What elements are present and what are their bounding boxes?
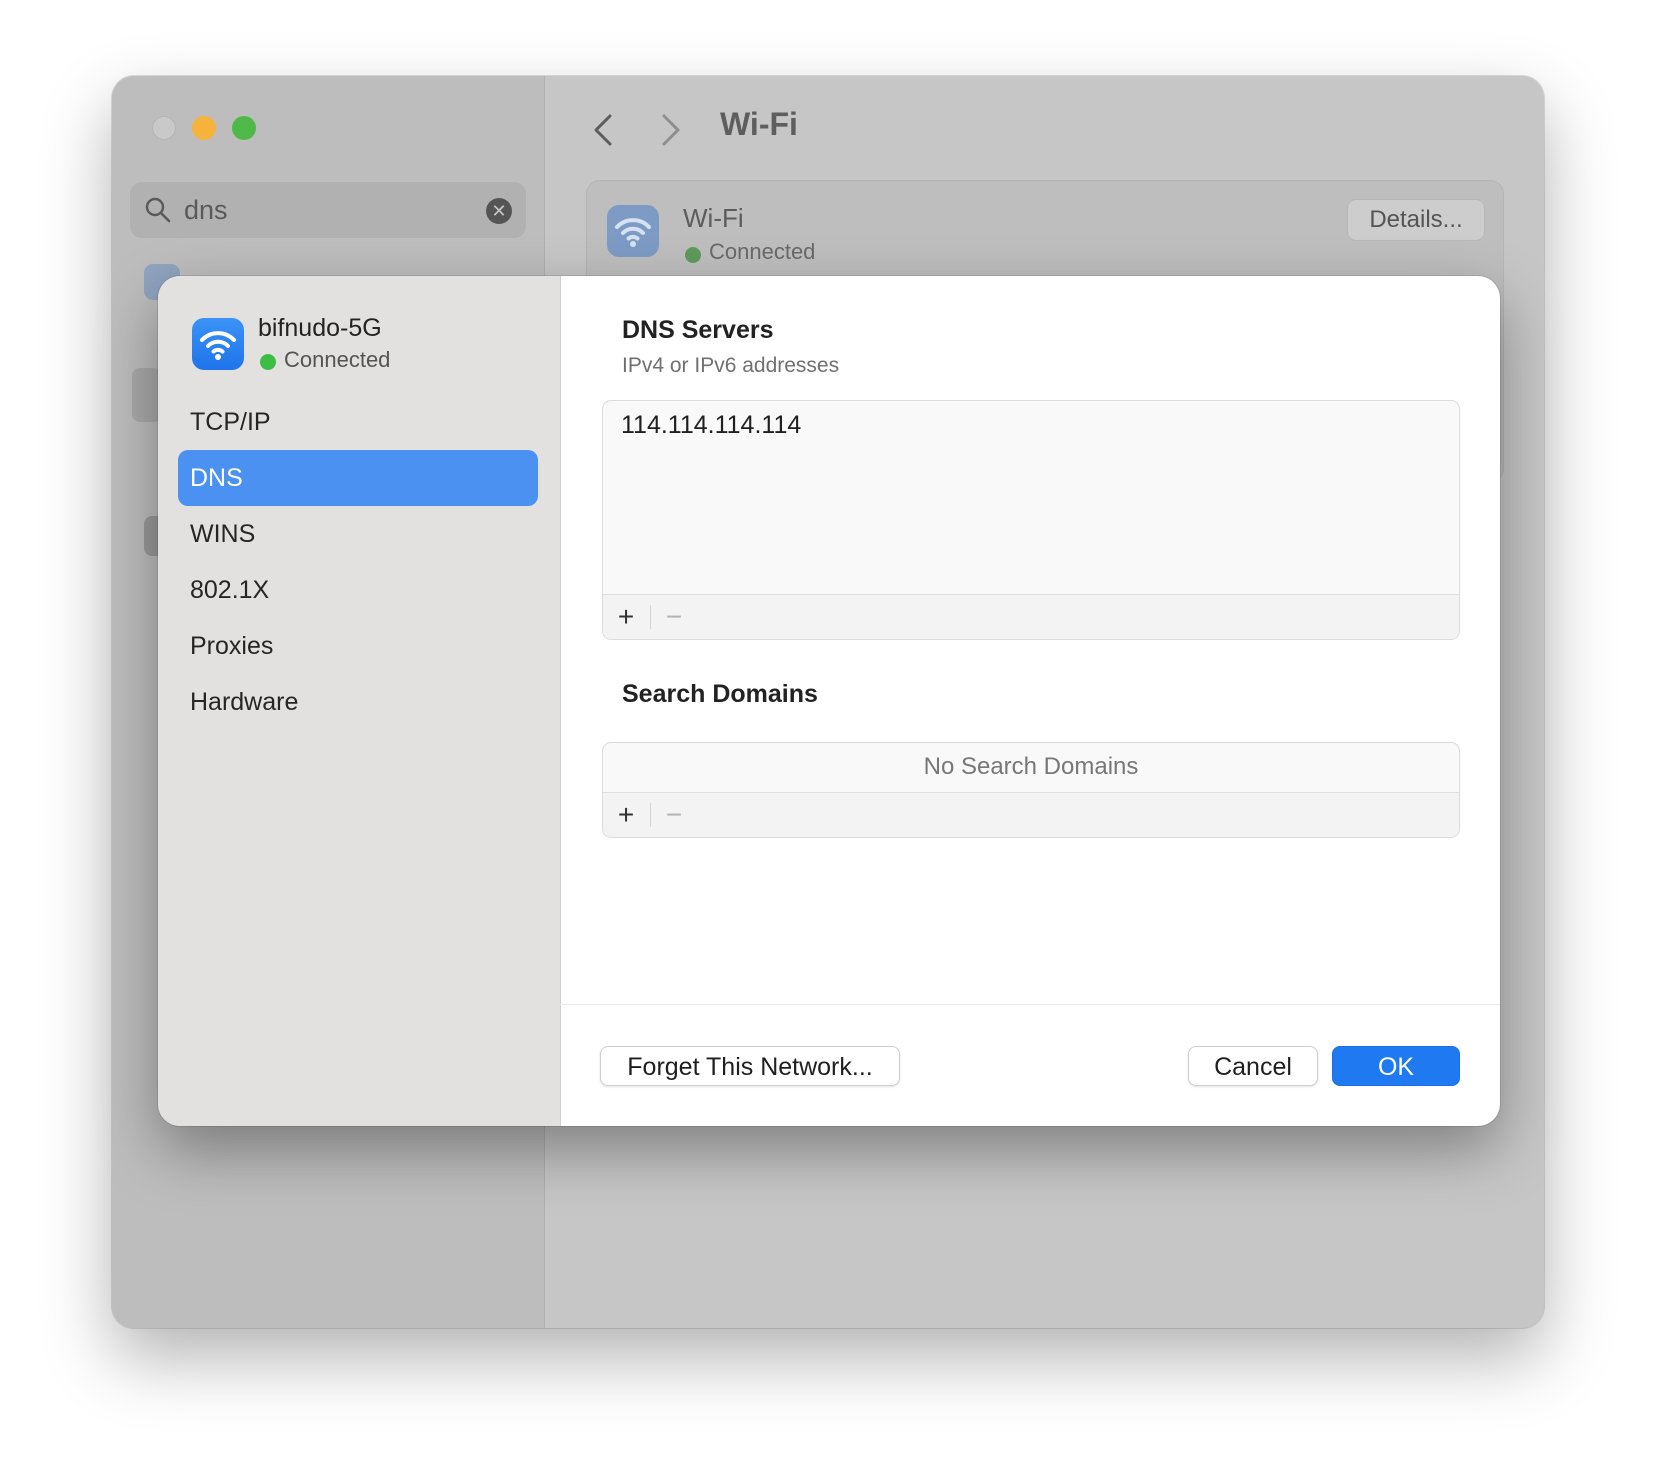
network-name: bifnudo-5G: [258, 314, 382, 342]
sidebar-item-proxies[interactable]: Proxies: [178, 618, 538, 674]
search-input-value[interactable]: dns: [184, 195, 228, 226]
wifi-icon: [192, 318, 244, 370]
forget-network-button[interactable]: Forget This Network...: [600, 1046, 900, 1086]
network-details-sheet: bifnudo-5G Connected TCP/IP DNS WINS 802…: [158, 276, 1500, 1126]
remove-search-domain-button[interactable]: −: [651, 793, 697, 837]
settings-search-field[interactable]: dns ✕: [130, 182, 526, 238]
search-icon: [145, 197, 171, 223]
dns-servers-title: DNS Servers: [622, 316, 774, 344]
sidebar-item-hardware[interactable]: Hardware: [178, 674, 538, 730]
add-search-domain-button[interactable]: +: [603, 793, 649, 837]
status-dot: [685, 247, 701, 263]
search-domains-empty-text: No Search Domains: [923, 753, 1139, 780]
sheet-sidebar-list: TCP/IP DNS WINS 802.1X Proxies Hardware: [178, 394, 538, 730]
sheet-sidebar: bifnudo-5G Connected TCP/IP DNS WINS 802…: [158, 276, 561, 1126]
sidebar-item-dns[interactable]: DNS: [178, 450, 538, 506]
sidebar-item-802-1x[interactable]: 802.1X: [178, 562, 538, 618]
page-title: Wi-Fi: [720, 106, 798, 142]
cancel-button[interactable]: Cancel: [1188, 1046, 1318, 1086]
sidebar-item-wins[interactable]: WINS: [178, 506, 538, 562]
wifi-icon: [607, 205, 659, 257]
connected-status-dot: [260, 354, 276, 370]
zoom-window-button[interactable]: [232, 116, 256, 140]
remove-dns-server-button[interactable]: −: [651, 595, 697, 639]
search-domains-title: Search Domains: [622, 680, 818, 708]
dns-server-entry[interactable]: 114.114.114.114: [621, 411, 801, 440]
search-domains-toolbar: + −: [603, 792, 1459, 837]
ok-button[interactable]: OK: [1332, 1046, 1460, 1086]
dns-servers-list[interactable]: 114.114.114.114 + −: [602, 400, 1460, 640]
dns-servers-subtitle: IPv4 or IPv6 addresses: [622, 354, 840, 377]
clear-search-icon[interactable]: ✕: [486, 198, 512, 224]
search-domains-list[interactable]: No Search Domains + −: [602, 742, 1460, 838]
close-window-button[interactable]: [152, 116, 176, 140]
details-button[interactable]: Details...: [1347, 199, 1485, 241]
minimize-window-button[interactable]: [192, 116, 216, 140]
wifi-name: Wi-Fi: [683, 203, 744, 233]
wifi-status: Connected: [709, 239, 816, 264]
back-chevron-icon[interactable]: [588, 112, 618, 148]
forward-chevron-icon[interactable]: [656, 112, 686, 148]
dns-servers-toolbar: + −: [603, 594, 1459, 639]
dns-pane: DNS Servers IPv4 or IPv6 addresses 114.1…: [560, 276, 1500, 1126]
add-dns-server-button[interactable]: +: [603, 595, 649, 639]
network-status: Connected: [284, 347, 391, 372]
sidebar-item-tcp-ip[interactable]: TCP/IP: [178, 394, 538, 450]
footer-divider: [560, 1004, 1500, 1005]
